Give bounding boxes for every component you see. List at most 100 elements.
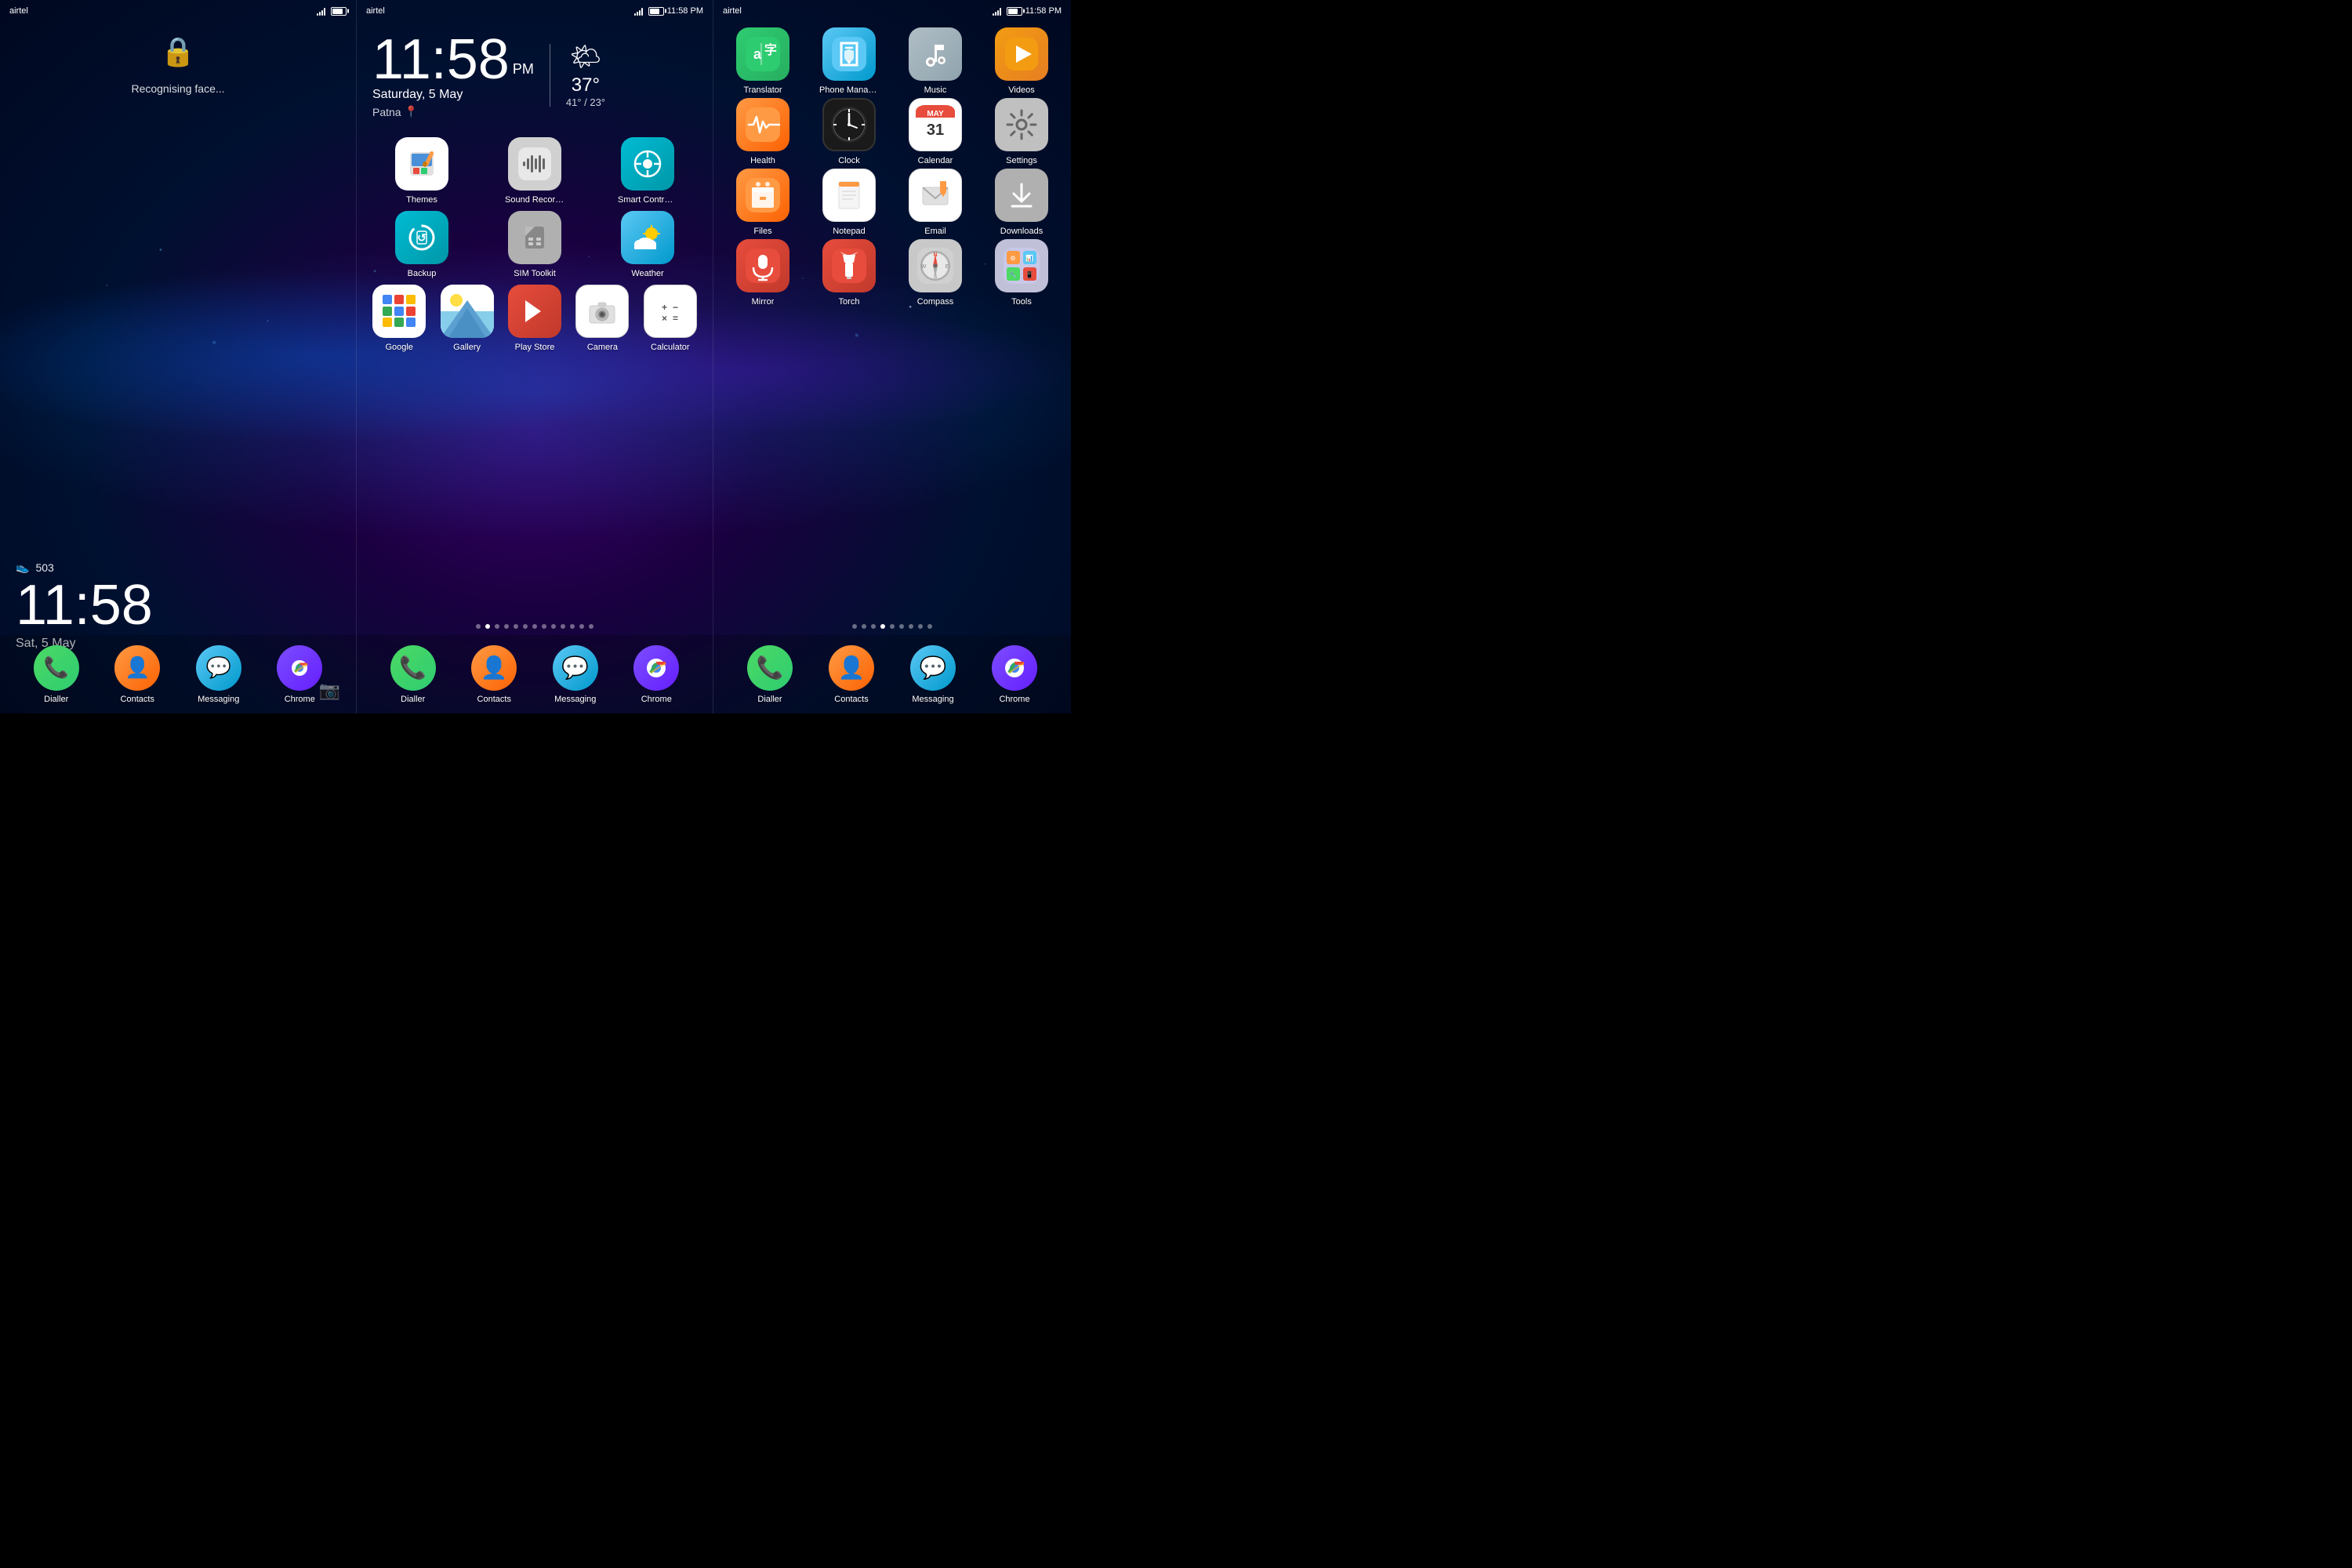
page-dot-8[interactable] xyxy=(542,624,546,629)
page-dot-12[interactable] xyxy=(579,624,584,629)
notepad-app-icon[interactable] xyxy=(822,169,876,222)
dialler-icon-home[interactable]: 📞 xyxy=(390,645,436,691)
smart-controller-app-icon[interactable] xyxy=(621,137,674,191)
app-item-camera[interactable]: Camera xyxy=(572,285,633,352)
app-item-calculator[interactable]: + − × = Calculator xyxy=(640,285,701,352)
sound-recorder-app-icon[interactable] xyxy=(508,137,561,191)
downloads-app-icon[interactable] xyxy=(995,169,1048,222)
health-app-icon[interactable] xyxy=(736,98,789,151)
app-item-videos[interactable]: Videos xyxy=(980,27,1063,95)
dock-item-chrome-lock[interactable]: Chrome xyxy=(277,645,322,704)
app-item-phone-manager[interactable]: Phone Manager xyxy=(808,27,891,95)
app-item-health[interactable]: Health xyxy=(721,98,804,165)
dock-item-chrome-drawer[interactable]: Chrome xyxy=(992,645,1037,704)
dock-item-contacts-home[interactable]: 👤 Contacts xyxy=(471,645,517,704)
app-item-smart-controller[interactable]: Smart Controller xyxy=(594,137,701,205)
messaging-icon-home[interactable]: 💬 xyxy=(553,645,598,691)
app-item-google[interactable]: Google xyxy=(368,285,430,352)
gallery-app-icon[interactable] xyxy=(441,285,494,338)
app-item-play-store[interactable]: Play Store xyxy=(504,285,565,352)
app-item-sim-toolkit[interactable]: SIM Toolkit xyxy=(481,211,588,278)
app-item-files[interactable]: Files xyxy=(721,169,804,236)
torch-app-icon[interactable] xyxy=(822,239,876,292)
page-dot-9[interactable] xyxy=(551,624,556,629)
tools-app-icon[interactable]: ⚙ 📊 🔧 📱 xyxy=(995,239,1048,292)
messaging-icon-lock[interactable]: 💬 xyxy=(196,645,241,691)
settings-app-icon[interactable] xyxy=(995,98,1048,151)
google-app-icon[interactable] xyxy=(372,285,426,338)
calendar-app-icon[interactable]: MAY 31 xyxy=(909,98,962,151)
chrome-icon-drawer[interactable] xyxy=(992,645,1037,691)
app-item-settings[interactable]: Settings xyxy=(980,98,1063,165)
dock-item-contacts-lock[interactable]: 👤 Contacts xyxy=(114,645,160,704)
drawer-dot-9[interactable] xyxy=(927,624,932,629)
dock-item-messaging-drawer[interactable]: 💬 Messaging xyxy=(910,645,956,704)
app-item-music[interactable]: Music xyxy=(894,27,977,95)
drawer-dot-2[interactable] xyxy=(862,624,866,629)
app-item-torch[interactable]: Torch xyxy=(808,239,891,307)
chrome-icon-lock[interactable] xyxy=(277,645,322,691)
contacts-icon-lock[interactable]: 👤 xyxy=(114,645,160,691)
mirror-app-icon[interactable] xyxy=(736,239,789,292)
app-item-mirror[interactable]: Mirror xyxy=(721,239,804,307)
sim-toolkit-app-icon[interactable] xyxy=(508,211,561,264)
calculator-app-icon[interactable]: + − × = xyxy=(644,285,697,338)
videos-app-icon[interactable] xyxy=(995,27,1048,81)
app-item-calendar[interactable]: MAY 31 Calendar xyxy=(894,98,977,165)
drawer-dot-4[interactable] xyxy=(880,624,885,629)
messaging-icon-drawer[interactable]: 💬 xyxy=(910,645,956,691)
app-item-clock[interactable]: Clock xyxy=(808,98,891,165)
dock-item-messaging-lock[interactable]: 💬 Messaging xyxy=(196,645,241,704)
app-item-translator[interactable]: a 字 Translator xyxy=(721,27,804,95)
page-dot-10[interactable] xyxy=(561,624,565,629)
drawer-dot-3[interactable] xyxy=(871,624,876,629)
contacts-icon-drawer[interactable]: 👤 xyxy=(829,645,874,691)
dialler-icon-drawer[interactable]: 📞 xyxy=(747,645,793,691)
page-dot-6[interactable] xyxy=(523,624,528,629)
page-dot-3[interactable] xyxy=(495,624,499,629)
backup-app-icon[interactable]: ↺ xyxy=(395,211,448,264)
compass-app-icon[interactable]: N S E W xyxy=(909,239,962,292)
app-item-downloads[interactable]: Downloads xyxy=(980,169,1063,236)
chrome-icon-home[interactable] xyxy=(633,645,679,691)
dock-item-messaging-home[interactable]: 💬 Messaging xyxy=(553,645,598,704)
dock-item-dialler-lock[interactable]: 📞 Dialler xyxy=(34,645,79,704)
app-item-weather[interactable]: Weather xyxy=(594,211,701,278)
camera-app-icon[interactable] xyxy=(575,285,629,338)
drawer-dot-1[interactable] xyxy=(852,624,857,629)
clock-app-icon[interactable] xyxy=(822,98,876,151)
app-item-notepad[interactable]: Notepad xyxy=(808,169,891,236)
page-dot-11[interactable] xyxy=(570,624,575,629)
themes-app-icon[interactable] xyxy=(395,137,448,191)
app-item-tools[interactable]: ⚙ 📊 🔧 📱 Tools xyxy=(980,239,1063,307)
page-dot-13[interactable] xyxy=(589,624,593,629)
drawer-dot-5[interactable] xyxy=(890,624,895,629)
app-item-backup[interactable]: ↺ Backup xyxy=(368,211,475,278)
page-dot-2[interactable] xyxy=(485,624,490,629)
play-store-app-icon[interactable] xyxy=(508,285,561,338)
dock-item-chrome-home[interactable]: Chrome xyxy=(633,645,679,704)
page-dot-7[interactable] xyxy=(532,624,537,629)
contacts-icon-home[interactable]: 👤 xyxy=(471,645,517,691)
drawer-dot-7[interactable] xyxy=(909,624,913,629)
translator-app-icon[interactable]: a 字 xyxy=(736,27,789,81)
phone-manager-app-icon[interactable] xyxy=(822,27,876,81)
app-item-email[interactable]: Email xyxy=(894,169,977,236)
music-app-icon[interactable] xyxy=(909,27,962,81)
page-dot-5[interactable] xyxy=(514,624,518,629)
dock-item-dialler-home[interactable]: 📞 Dialler xyxy=(390,645,436,704)
app-item-themes[interactable]: Themes xyxy=(368,137,475,205)
dock-item-contacts-drawer[interactable]: 👤 Contacts xyxy=(829,645,874,704)
app-item-gallery[interactable]: Gallery xyxy=(436,285,497,352)
page-dot-1[interactable] xyxy=(476,624,481,629)
app-item-sound-recorder[interactable]: Sound Recorder xyxy=(481,137,588,205)
weather-app-icon[interactable] xyxy=(621,211,674,264)
drawer-dot-8[interactable] xyxy=(918,624,923,629)
email-app-icon[interactable] xyxy=(909,169,962,222)
drawer-dot-6[interactable] xyxy=(899,624,904,629)
files-app-icon[interactable] xyxy=(736,169,789,222)
dialler-icon-lock[interactable]: 📞 xyxy=(34,645,79,691)
page-dot-4[interactable] xyxy=(504,624,509,629)
dock-item-dialler-drawer[interactable]: 📞 Dialler xyxy=(747,645,793,704)
app-item-compass[interactable]: N S E W Compass xyxy=(894,239,977,307)
